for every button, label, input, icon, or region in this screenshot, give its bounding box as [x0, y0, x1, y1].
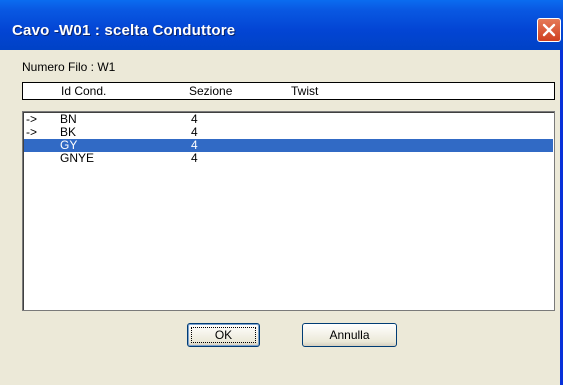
- conductor-list[interactable]: -> BN 4 -> BK 4 GY 4 GNYE 4: [22, 111, 555, 311]
- column-header-id-cond: Id Cond.: [61, 84, 107, 98]
- dialog-window: Cavo -W01 : scelta Conduttore Numero Fil…: [0, 0, 563, 385]
- window-title: Cavo -W01 : scelta Conduttore: [12, 22, 236, 39]
- list-item[interactable]: -> BN 4: [24, 113, 553, 126]
- focus-rectangle: [191, 327, 256, 343]
- row-id: GNYE: [60, 151, 95, 165]
- row-marker: ->: [26, 125, 38, 139]
- list-item[interactable]: GNYE 4: [24, 152, 553, 165]
- column-header-twist: Twist: [291, 84, 319, 98]
- row-sezione: 4: [191, 151, 198, 165]
- close-icon: [542, 23, 556, 37]
- ok-button[interactable]: OK: [187, 323, 260, 347]
- title-bar[interactable]: Cavo -W01 : scelta Conduttore: [0, 0, 563, 50]
- column-header-sezione: Sezione: [189, 84, 233, 98]
- close-button[interactable]: [537, 18, 561, 42]
- list-item[interactable]: -> BK 4: [24, 126, 553, 139]
- column-header: Id Cond. Sezione Twist: [22, 82, 555, 100]
- cancel-button-label: Annulla: [329, 328, 370, 342]
- list-item-selected[interactable]: GY 4: [24, 139, 553, 152]
- cancel-button[interactable]: Annulla: [302, 323, 397, 347]
- numero-filo-label: Numero Filo : W1: [22, 60, 116, 74]
